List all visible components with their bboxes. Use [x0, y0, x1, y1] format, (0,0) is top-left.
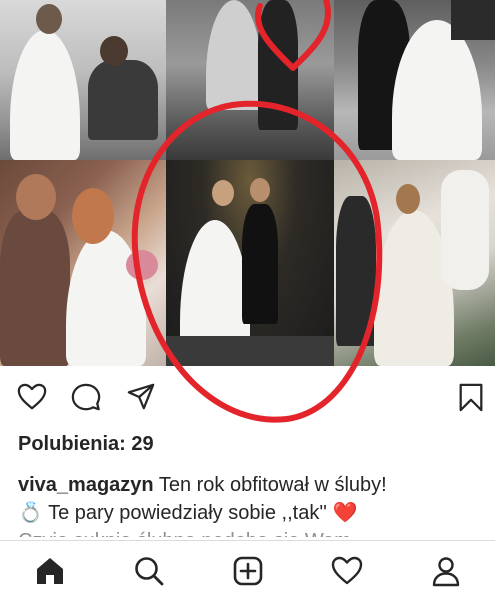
- bookmark-icon[interactable]: [454, 380, 488, 414]
- caption-text-truncated: Czyja suknia ślubna podoba się Wam: [18, 527, 480, 537]
- username-link[interactable]: viva_magazyn: [18, 474, 154, 496]
- photo-tile-2[interactable]: [166, 0, 334, 160]
- caption-text: Ten rok obfitował w śluby!: [153, 474, 387, 496]
- post-actions: [0, 366, 495, 428]
- groom-figure: [0, 210, 70, 366]
- flower-arch: [441, 170, 489, 290]
- activity-heart-icon[interactable]: [327, 551, 367, 591]
- home-icon[interactable]: [30, 551, 70, 591]
- bride-figure: [206, 0, 262, 110]
- bride-figure: [10, 30, 80, 160]
- photo-grid: [0, 0, 495, 366]
- post-caption: viva_magazyn Ten rok obfitował w śluby! …: [18, 471, 480, 537]
- comment-icon[interactable]: [69, 380, 103, 414]
- search-icon[interactable]: [129, 551, 169, 591]
- bottom-tab-bar: [0, 540, 495, 600]
- bride-figure: [66, 230, 146, 366]
- groom-figure: [336, 196, 376, 346]
- photo-tile-5[interactable]: [166, 160, 334, 366]
- heart-emoji: ❤️: [332, 502, 358, 524]
- groom-figure: [258, 0, 298, 130]
- share-icon[interactable]: [124, 380, 158, 414]
- heart-icon[interactable]: [15, 380, 49, 414]
- profile-icon[interactable]: [426, 551, 466, 591]
- photo-tile-4[interactable]: [0, 160, 166, 366]
- ring-emoji: 💍: [18, 502, 43, 524]
- groom-figure: [242, 204, 278, 324]
- caption-text: Te pary powiedziały sobie ,,tak'': [42, 502, 333, 524]
- photo-tile-3[interactable]: [334, 0, 495, 160]
- photo-tile-6[interactable]: [334, 160, 495, 366]
- photo-tile-1[interactable]: [0, 0, 166, 160]
- groom-figure: [88, 60, 158, 140]
- bouquet: [126, 250, 158, 280]
- add-icon[interactable]: [228, 551, 268, 591]
- likes-count[interactable]: Polubienia: 29: [18, 433, 154, 456]
